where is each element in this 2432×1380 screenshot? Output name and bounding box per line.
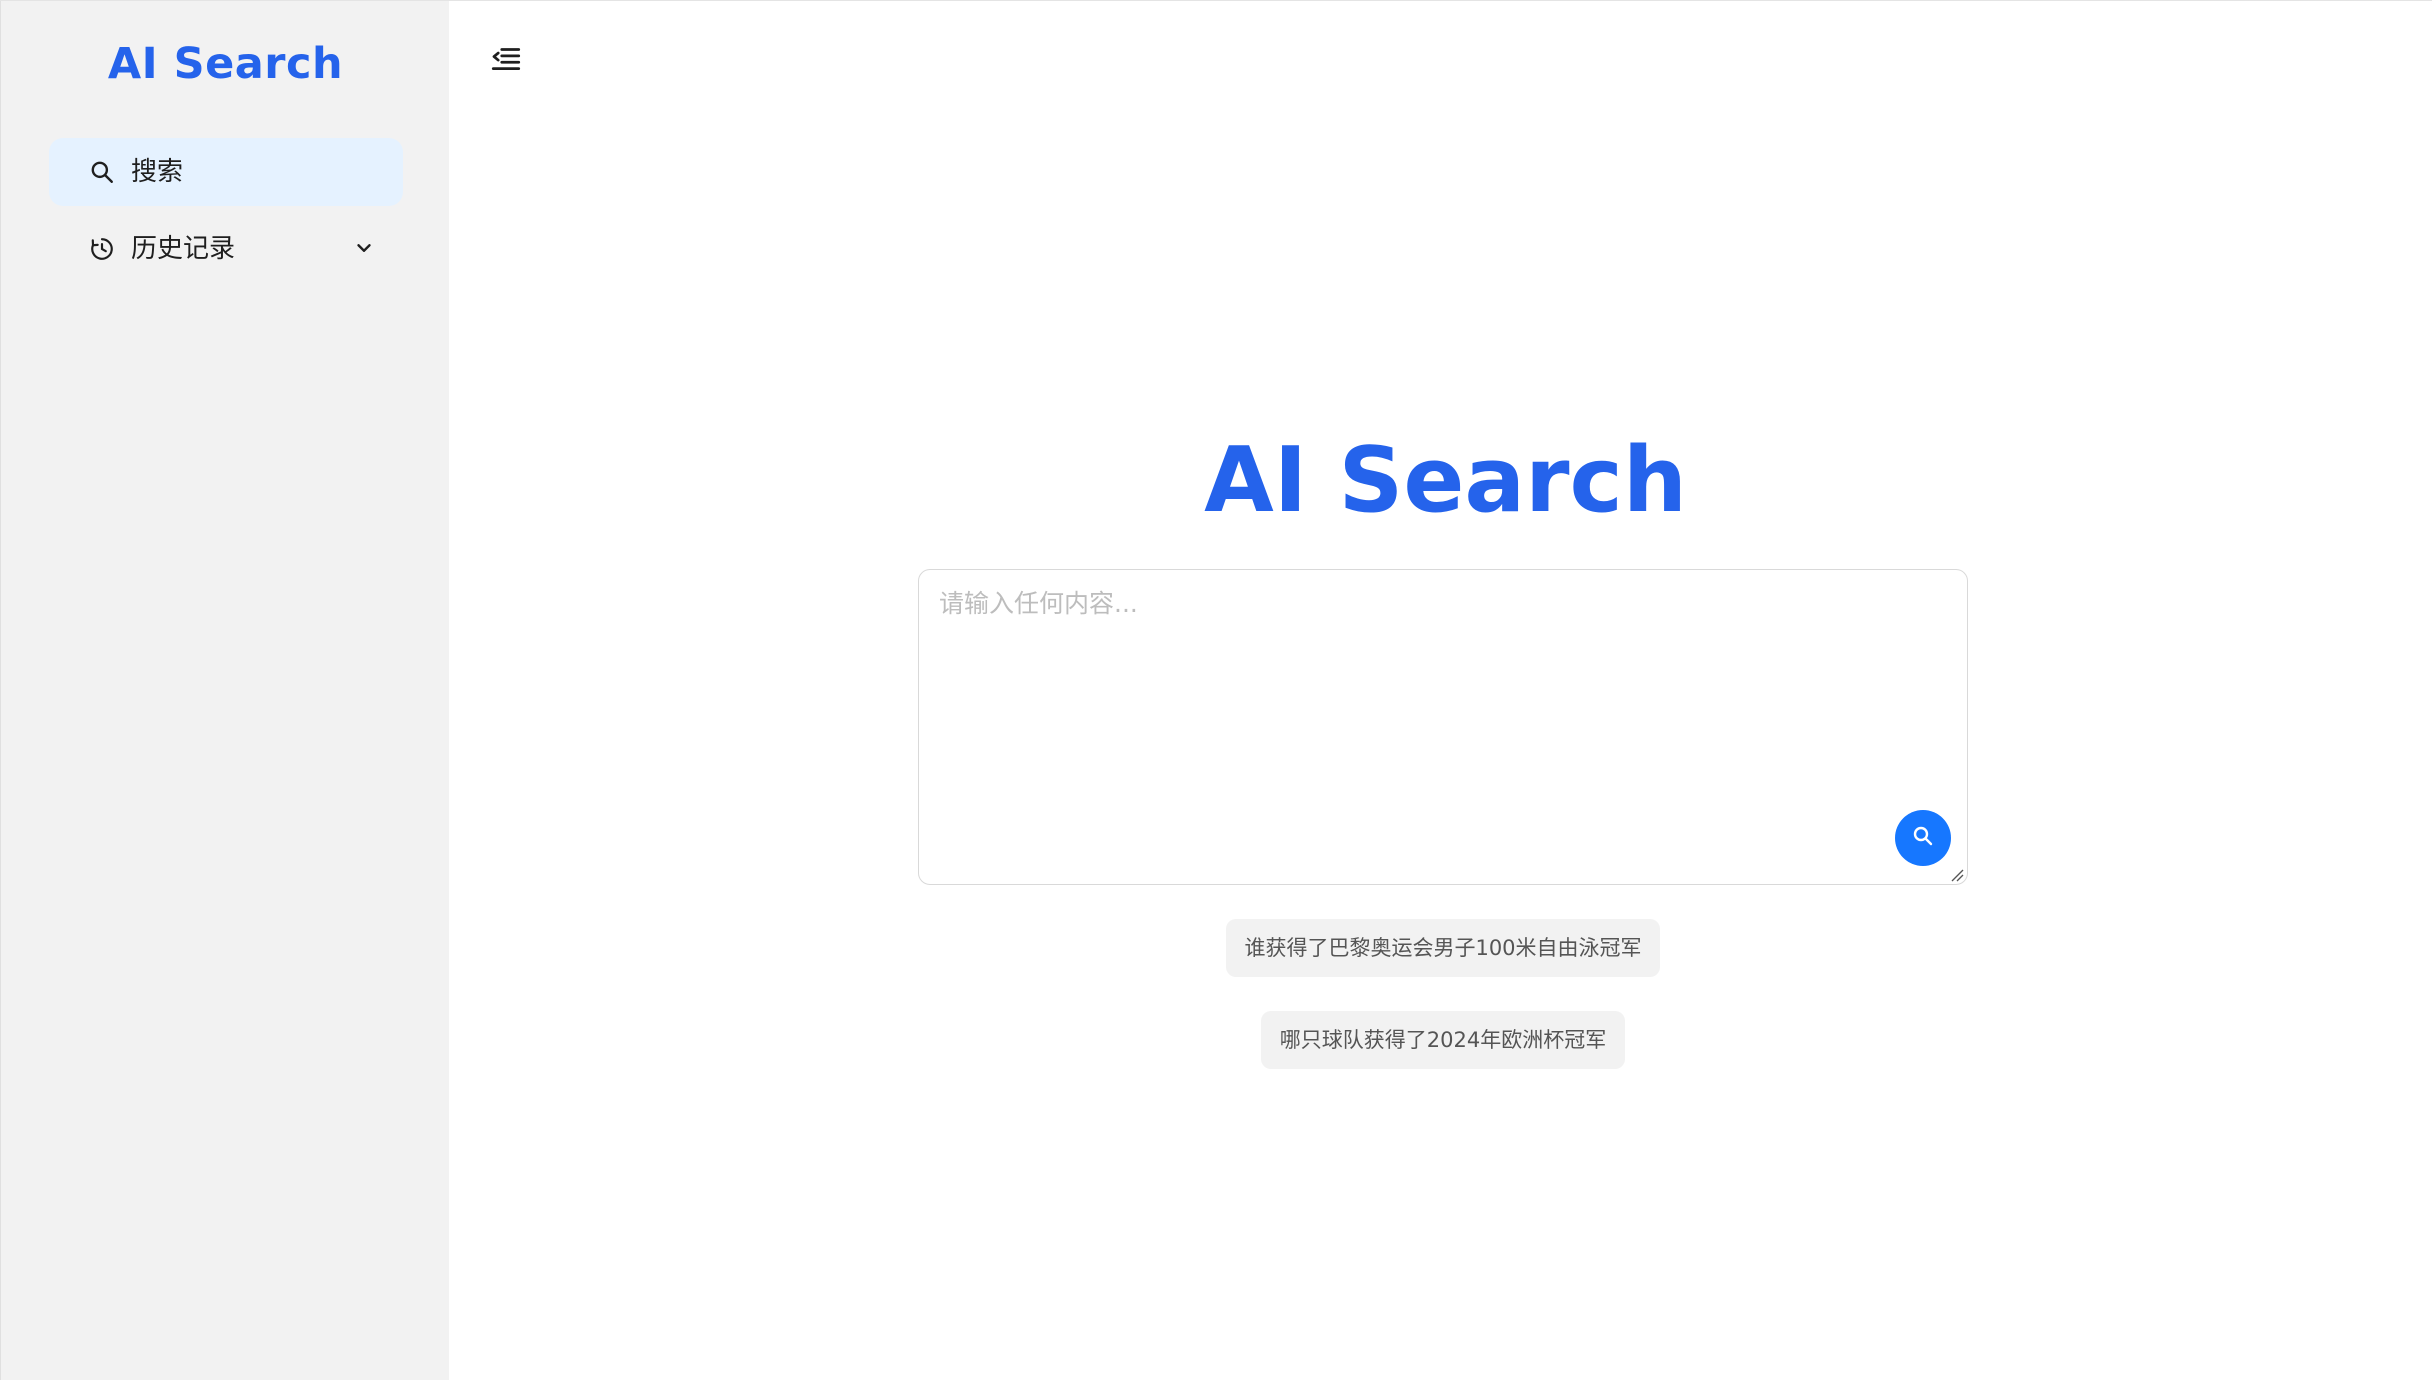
search-icon (1911, 824, 1935, 852)
sidebar-item-label: 历史记录 (131, 234, 236, 264)
app-window: AI Search 搜索 历史记录 AI Search 请输入任何内容... 谁… (0, 0, 2432, 1380)
menu-fold-icon[interactable] (489, 41, 523, 75)
sidebar: AI Search 搜索 历史记录 (0, 1, 449, 1380)
sidebar-item-history[interactable]: 历史记录 (49, 215, 403, 283)
search-input[interactable] (919, 570, 1967, 884)
page-title: AI Search (1204, 428, 1687, 533)
main-content: AI Search 谁获得了巴黎奥运会男子100米自由泳冠军 哪只球 (449, 1, 2432, 1380)
sidebar-item-label: 搜索 (131, 157, 184, 187)
search-icon (89, 159, 115, 185)
hero-title-container: AI Search (449, 426, 2432, 536)
search-submit-button[interactable] (1895, 810, 1951, 866)
search-box (918, 569, 1968, 885)
resize-handle-icon[interactable] (1950, 867, 1964, 882)
chevron-down-icon[interactable] (353, 237, 375, 259)
suggestion-chip[interactable]: 哪只球队获得了2024年欧洲杯冠军 (1261, 1011, 1625, 1069)
history-icon (89, 236, 115, 262)
sidebar-brand: AI Search (107, 39, 344, 89)
suggestion-chip[interactable]: 谁获得了巴黎奥运会男子100米自由泳冠军 (1226, 919, 1660, 977)
sidebar-item-search[interactable]: 搜索 (49, 138, 403, 206)
